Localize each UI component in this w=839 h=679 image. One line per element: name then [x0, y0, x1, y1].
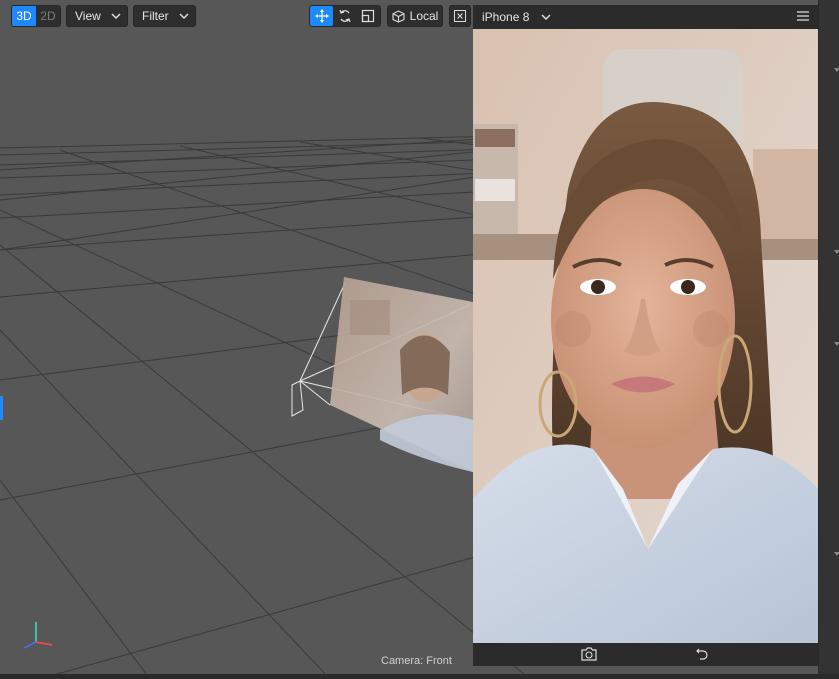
local-space-toggle[interactable]: Local [387, 5, 443, 27]
3d-mode-button[interactable]: 3D [12, 6, 36, 26]
2d-mode-button[interactable]: 2D [36, 6, 60, 26]
filter-menu-button[interactable]: Filter [133, 5, 196, 27]
filter-menu-label: Filter [142, 9, 169, 23]
preview-footer [473, 643, 818, 666]
chevron-down-icon[interactable] [541, 14, 551, 20]
chevron-down-icon[interactable] [834, 250, 839, 254]
switch-camera-icon[interactable] [580, 646, 598, 662]
dimension-toggle[interactable]: 3D 2D [11, 5, 61, 27]
preview-header: iPhone 8 [473, 5, 818, 29]
chevron-down-icon[interactable] [834, 552, 839, 556]
view-menu-label: View [75, 9, 101, 23]
scale-icon [362, 9, 375, 23]
rotate-tool-button[interactable] [333, 6, 356, 26]
view-menu-button[interactable]: View [66, 5, 128, 27]
local-label: Local [409, 9, 439, 23]
move-tool-button[interactable] [310, 6, 334, 26]
camera-label: Camera: Front [381, 655, 452, 667]
menu-icon[interactable] [797, 11, 809, 21]
chevron-down-icon[interactable] [834, 68, 839, 72]
scale-tool-button[interactable] [357, 6, 380, 26]
device-preview-panel: iPhone 8 [473, 5, 818, 666]
transform-tool-group [309, 5, 381, 27]
cube-icon [392, 9, 405, 23]
move-arrows-icon [314, 9, 329, 23]
chevron-down-icon [111, 13, 121, 19]
reset-icon[interactable] [695, 646, 709, 662]
inspector-panel-edge [818, 0, 839, 679]
device-select-label[interactable]: iPhone 8 [482, 10, 529, 24]
camera-preview-image [473, 29, 818, 643]
left-edge-marker [0, 396, 3, 420]
preview-close-button[interactable] [449, 5, 471, 27]
chevron-down-icon[interactable] [834, 342, 839, 346]
chevron-down-icon [179, 13, 189, 19]
rotate-icon [339, 9, 351, 23]
bottom-strip [0, 674, 839, 679]
close-icon [454, 10, 466, 22]
